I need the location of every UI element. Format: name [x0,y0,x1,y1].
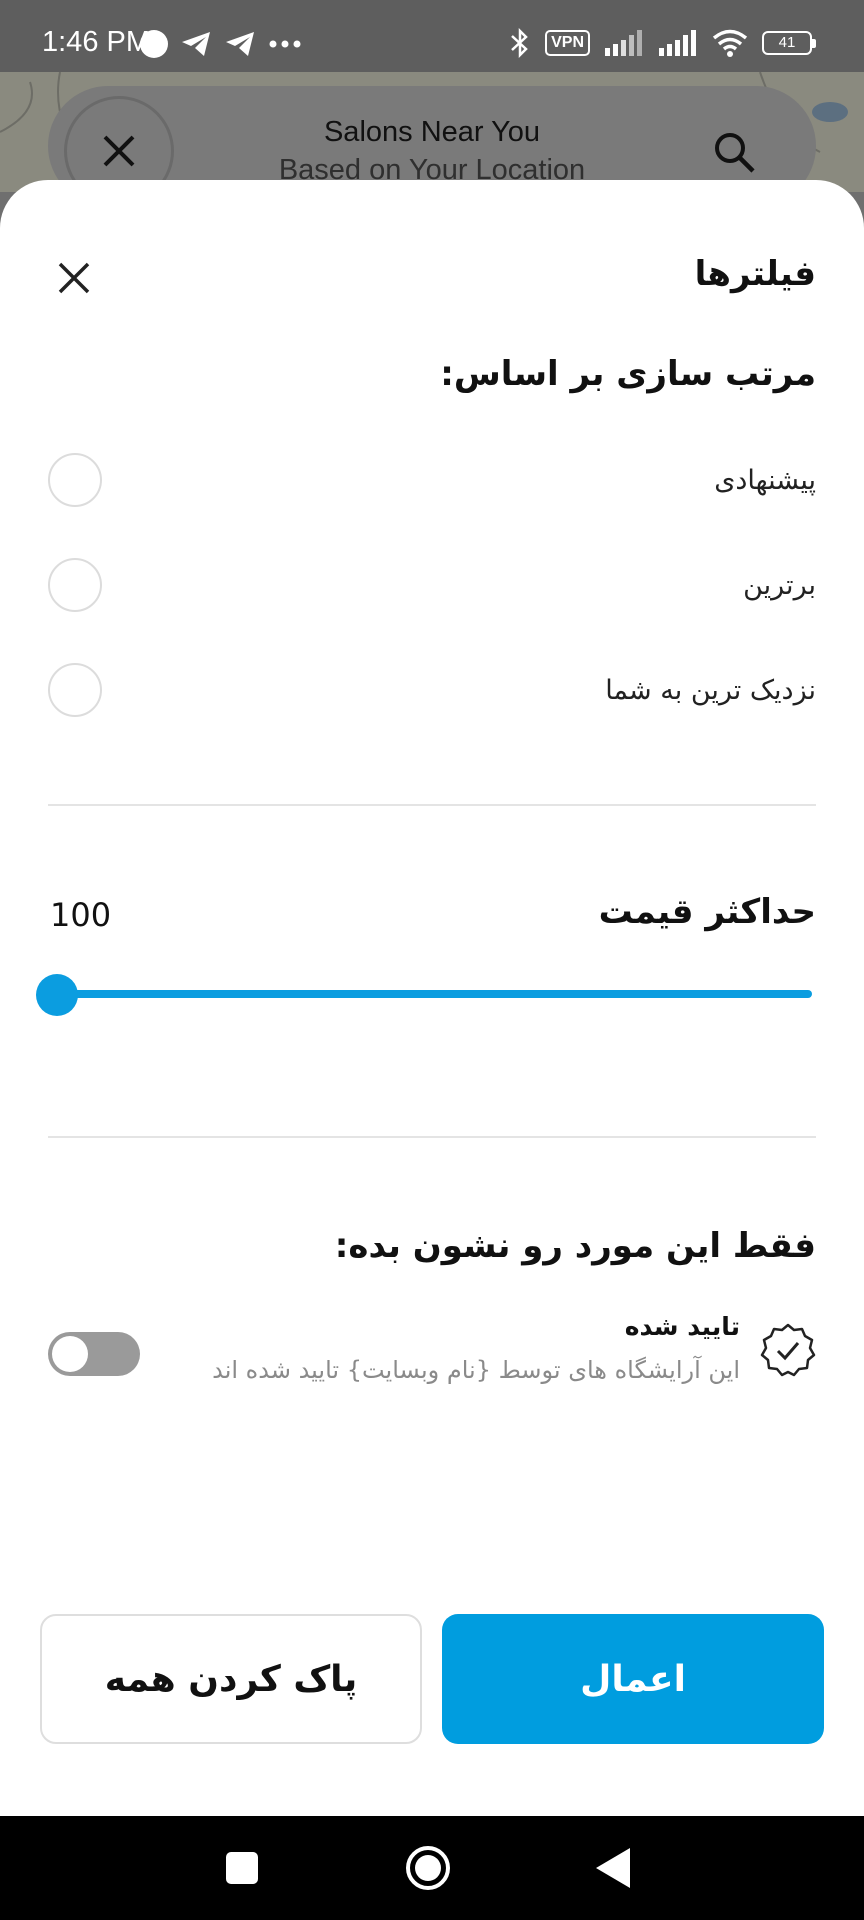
circle-icon [140,30,168,58]
apply-button[interactable]: اعمال [442,1614,824,1744]
sheet-close-button[interactable] [50,254,98,302]
sort-option-label: پیشنهادی [714,464,816,496]
verified-filter-row: تایید شده این آرایشگاه های توسط {نام وبس… [48,1310,816,1420]
wifi-icon [712,29,748,57]
home-icon[interactable] [406,1846,450,1890]
header-search-button[interactable] [712,130,756,178]
radio-button[interactable] [48,663,102,717]
back-icon[interactable] [596,1848,630,1888]
header-title: Salons Near You [323,116,541,148]
close-icon [58,262,90,294]
close-icon [103,135,135,167]
sort-option-label: نزدیک ترین به شما [605,674,816,706]
sort-option-suggested[interactable]: پیشنهادی [48,450,816,510]
search-icon [715,133,755,173]
slider-track [56,990,812,998]
sort-option-label: برترین [743,569,816,601]
verified-description: این آرایشگاه های توسط {نام وبسایت} تایید… [212,1356,740,1384]
recents-icon[interactable] [226,1852,258,1884]
verified-badge-icon [760,1323,816,1377]
toggle-knob [52,1336,88,1372]
vpn-icon: VPN [545,30,590,56]
more-icon [269,40,301,48]
radio-button[interactable] [48,558,102,612]
slider-thumb[interactable] [36,974,78,1016]
verified-toggle[interactable] [48,1332,140,1376]
radio-button[interactable] [48,453,102,507]
bluetooth-icon [511,28,528,58]
navigation-bar [0,1816,864,1920]
price-value: 100 [50,896,112,934]
sort-heading: مرتب سازی بر اساس: [440,354,816,394]
verified-title: تایید شده [624,1312,740,1341]
telegram-icon [182,32,210,56]
price-heading: حداکثر قیمت [598,892,816,932]
filters-sheet: فیلترها مرتب سازی بر اساس: پیشنهادی برتر… [0,180,864,1816]
status-time: 1:46 PM [42,26,150,58]
price-slider[interactable] [36,974,812,1016]
signal-icon [659,30,696,56]
show-only-heading: فقط این مورد رو نشون بده: [334,1226,816,1266]
signal-icon [605,30,642,56]
telegram-icon [226,32,254,56]
sheet-title: فیلترها [694,254,816,294]
clear-all-button[interactable]: پاک کردن همه [40,1614,422,1744]
divider [48,1136,816,1138]
battery-icon: 41 [762,31,816,55]
divider [48,804,816,806]
sort-option-nearest[interactable]: نزدیک ترین به شما [48,660,816,720]
sort-option-top[interactable]: برترین [48,555,816,615]
